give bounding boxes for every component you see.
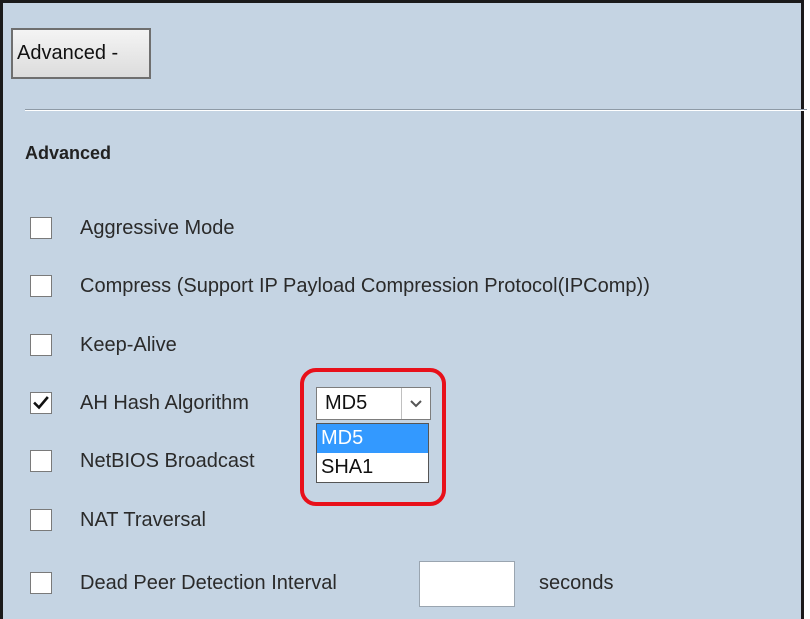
ah-hash-label: AH Hash Algorithm: [80, 391, 249, 414]
dpd-interval-input[interactable]: [419, 561, 515, 607]
netbios-checkbox[interactable]: [30, 450, 52, 472]
dpd-row: Dead Peer Detection Interval: [30, 570, 337, 596]
ah-hash-checkbox[interactable]: [30, 392, 52, 414]
dpd-label: Dead Peer Detection Interval: [80, 571, 337, 594]
keep-alive-row: Keep-Alive: [30, 332, 177, 358]
aggressive-mode-label: Aggressive Mode: [80, 216, 235, 239]
compress-row: Compress (Support IP Payload Compression…: [30, 273, 650, 299]
netbios-label: NetBIOS Broadcast: [80, 449, 255, 472]
section-divider: [25, 109, 807, 111]
nat-traversal-row: NAT Traversal: [30, 507, 206, 533]
section-title: Advanced: [25, 143, 112, 163]
ah-hash-row: AH Hash Algorithm: [30, 390, 249, 416]
highlight-annotation-ring: [300, 368, 446, 506]
compress-label: Compress (Support IP Payload Compression…: [80, 274, 650, 297]
advanced-toggle-button[interactable]: Advanced -: [11, 28, 151, 79]
nat-traversal-checkbox[interactable]: [30, 509, 52, 531]
netbios-row: NetBIOS Broadcast: [30, 448, 255, 474]
advanced-panel: Advanced - Advanced Aggressive Mode Comp…: [0, 0, 807, 619]
keep-alive-checkbox[interactable]: [30, 334, 52, 356]
compress-checkbox[interactable]: [30, 275, 52, 297]
dpd-checkbox[interactable]: [30, 572, 52, 594]
nat-traversal-label: NAT Traversal: [80, 508, 206, 531]
aggressive-mode-row: Aggressive Mode: [30, 215, 235, 241]
aggressive-mode-checkbox[interactable]: [30, 217, 52, 239]
keep-alive-label: Keep-Alive: [80, 333, 177, 356]
check-icon: [33, 396, 49, 410]
dpd-unit-label: seconds: [539, 572, 614, 594]
